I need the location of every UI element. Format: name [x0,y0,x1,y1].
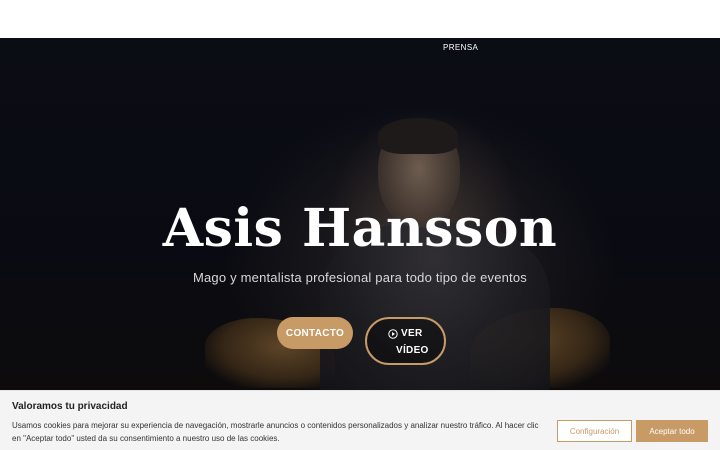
play-circle-icon [388,328,398,339]
watch-video-label-line1: VER [401,328,423,339]
cookie-settings-button[interactable]: Configuración [557,420,632,442]
hero-title: Asis Hansson [162,198,558,259]
hero-photo-figure-hair [378,118,458,154]
hero-subtitle: Mago y mentalista profesional para todo … [192,270,528,285]
contact-button[interactable]: CONTACTO [277,317,353,349]
cookie-banner-text: Usamos cookies para mejorar su experienc… [12,421,539,443]
top-header-bar [0,0,720,38]
watch-video-button[interactable]: VER VÍDEO [365,317,446,365]
cookie-banner: Valoramos tu privacidad Usamos cookies p… [0,390,720,450]
nav-item-prensa[interactable]: PRENSA [443,43,478,52]
accept-all-cookies-button[interactable]: Aceptar todo [636,420,708,442]
hero-section: PRENSA Asis Hansson Mago y mentalista pr… [0,38,720,390]
watch-video-label-line2: VÍDEO [396,345,429,356]
cookie-banner-title: Valoramos tu privacidad [12,401,128,412]
